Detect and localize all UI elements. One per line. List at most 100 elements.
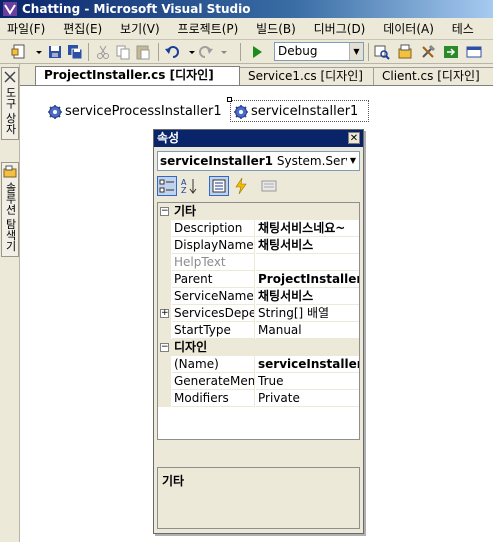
chevron-down-icon: ▼ (349, 43, 363, 60)
property-row-generatemember[interactable]: GenerateMem True (158, 373, 359, 390)
menu-data[interactable]: 데이터(A) (376, 18, 441, 39)
save-icon[interactable] (46, 43, 64, 61)
property-row-helptext[interactable]: HelpText (158, 254, 359, 271)
categorized-icon (159, 179, 174, 193)
solution-explorer-icon[interactable] (396, 43, 414, 61)
menu-project[interactable]: 프로젝트(P) (171, 18, 246, 39)
menu-test[interactable]: 테스 (445, 18, 481, 39)
visual-studio-icon (3, 2, 17, 16)
property-row-servicename[interactable]: ServiceName 채팅서비스 (158, 288, 359, 305)
toolbox-window-icon[interactable] (465, 43, 483, 61)
toolbox-tab[interactable]: 도구 상자 (1, 67, 19, 140)
svg-text:Z: Z (181, 186, 187, 195)
collapse-icon[interactable]: − (160, 343, 169, 352)
undo-dropdown-arrow[interactable] (183, 43, 195, 61)
property-name: StartType (172, 322, 255, 339)
new-project-icon[interactable] (10, 43, 28, 61)
alphabetical-button[interactable]: AZ (179, 176, 199, 196)
property-name: Description (172, 220, 255, 237)
property-value[interactable]: String[] 배열 (256, 305, 359, 322)
close-icon[interactable]: ✕ (348, 132, 360, 144)
component-serviceprocessinstaller1[interactable]: serviceProcessInstaller1 (45, 101, 222, 123)
property-value[interactable]: 채팅서비스 (256, 237, 359, 254)
property-value[interactable]: ProjectInstaller (256, 271, 359, 288)
property-pages-button[interactable] (259, 176, 279, 196)
property-value[interactable]: 채팅서비스네요~ (256, 220, 359, 237)
properties-button[interactable] (209, 176, 229, 196)
properties-window-icon[interactable] (419, 43, 437, 61)
property-name: ServicesDeper (172, 305, 255, 322)
toolbar-separator (368, 43, 369, 61)
property-row-name[interactable]: (Name) serviceInstaller (158, 356, 359, 373)
property-row-modifiers[interactable]: Modifiers Private (158, 390, 359, 407)
tab-client-design[interactable]: Client.cs [디자인] (373, 67, 493, 85)
solution-explorer-tab[interactable]: 솔루션 탐색기 (1, 162, 19, 257)
property-value[interactable]: serviceInstaller (256, 356, 359, 373)
property-name: Parent (172, 271, 255, 288)
property-name: Modifiers (172, 390, 255, 407)
property-name: DisplayName (172, 237, 255, 254)
category-label: 기타 (174, 204, 197, 218)
property-name: ServiceName (172, 288, 255, 305)
tab-projectinstaller-design[interactable]: ProjectInstaller.cs [디자인] (35, 66, 240, 85)
property-value[interactable]: True (256, 373, 359, 390)
solution-configuration-value: Debug (278, 44, 318, 58)
new-dropdown-arrow[interactable] (30, 43, 42, 61)
toolbar-separator (158, 43, 159, 61)
property-row-servicesdependedon[interactable]: + ServicesDeper String[] 배열 (158, 305, 359, 322)
property-row-starttype[interactable]: StartType Manual (158, 322, 359, 339)
category-row-design[interactable]: − 디자인 (158, 339, 359, 356)
selection-handle[interactable] (227, 97, 232, 102)
auto-hide-sidebar: 도구 상자 솔루션 탐색기 (0, 64, 20, 542)
component-label: serviceInstaller1 (251, 104, 359, 119)
property-row-description[interactable]: Description 채팅서비스네요~ (158, 220, 359, 237)
undo-icon[interactable] (164, 43, 182, 61)
property-value[interactable]: 채팅서비스 (256, 288, 359, 305)
menu-build[interactable]: 빌드(B) (249, 18, 303, 39)
properties-window: 속성 ✕ serviceInstaller1 System.Serv ▼ AZ (153, 129, 364, 534)
menu-edit[interactable]: 편집(E) (56, 18, 109, 39)
property-row-parent[interactable]: Parent ProjectInstaller (158, 271, 359, 288)
gear-icon (48, 105, 62, 119)
lightning-icon (235, 177, 247, 195)
toolbar-separator (240, 43, 241, 61)
menu-debug[interactable]: 디버그(D) (307, 18, 373, 39)
paste-icon[interactable] (134, 43, 152, 61)
cut-icon[interactable] (94, 43, 112, 61)
property-value[interactable] (256, 254, 359, 271)
redo-icon[interactable] (196, 43, 214, 61)
object-name: serviceInstaller1 (160, 154, 274, 168)
properties-title: 속성 (157, 131, 180, 145)
tab-service1-design[interactable]: Service1.cs [디자인] (239, 67, 383, 85)
menu-view[interactable]: 보기(V) (113, 18, 167, 39)
find-in-files-icon[interactable] (373, 43, 391, 61)
property-value[interactable]: Private (256, 390, 359, 407)
component-designer-surface[interactable]: serviceProcessInstaller1 serviceInstalle… (20, 86, 493, 542)
categorized-button[interactable] (157, 176, 177, 196)
window-title: Chatting - Microsoft Visual Studio (22, 2, 251, 16)
property-grid: − 기타 Description 채팅서비스네요~ DisplayName 채팅… (157, 202, 360, 440)
solution-explorer-icon (3, 165, 17, 178)
redo-dropdown-arrow[interactable] (215, 43, 227, 61)
description-pane: 기타 (157, 467, 360, 529)
events-button[interactable] (231, 176, 251, 196)
copy-icon[interactable] (114, 43, 132, 61)
object-browser-icon[interactable] (442, 43, 460, 61)
menu-bar: 파일(F) 편집(E) 보기(V) 프로젝트(P) 빌드(B) 디버그(D) 데… (0, 18, 493, 40)
property-row-displayname[interactable]: DisplayName 채팅서비스 (158, 237, 359, 254)
solution-configuration-dropdown[interactable]: Debug ▼ (274, 42, 364, 61)
start-debugging-icon[interactable] (248, 43, 266, 61)
properties-toolbar: AZ (157, 175, 360, 197)
object-selector-dropdown[interactable]: serviceInstaller1 System.Serv ▼ (157, 151, 360, 171)
properties-title-bar[interactable]: 속성 ✕ (154, 130, 363, 147)
property-name: HelpText (172, 254, 255, 271)
standard-toolbar: Debug ▼ (0, 40, 493, 64)
menu-file[interactable]: 파일(F) (0, 18, 52, 39)
collapse-icon[interactable]: − (160, 207, 169, 216)
expand-icon[interactable]: + (160, 309, 169, 318)
category-row-misc[interactable]: − 기타 (158, 203, 359, 220)
component-serviceinstaller1[interactable]: serviceInstaller1 (230, 100, 370, 122)
save-all-icon[interactable] (66, 43, 84, 61)
property-value[interactable]: Manual (256, 322, 359, 339)
solution-explorer-tab-label: 솔루션 탐색기 (4, 182, 17, 252)
